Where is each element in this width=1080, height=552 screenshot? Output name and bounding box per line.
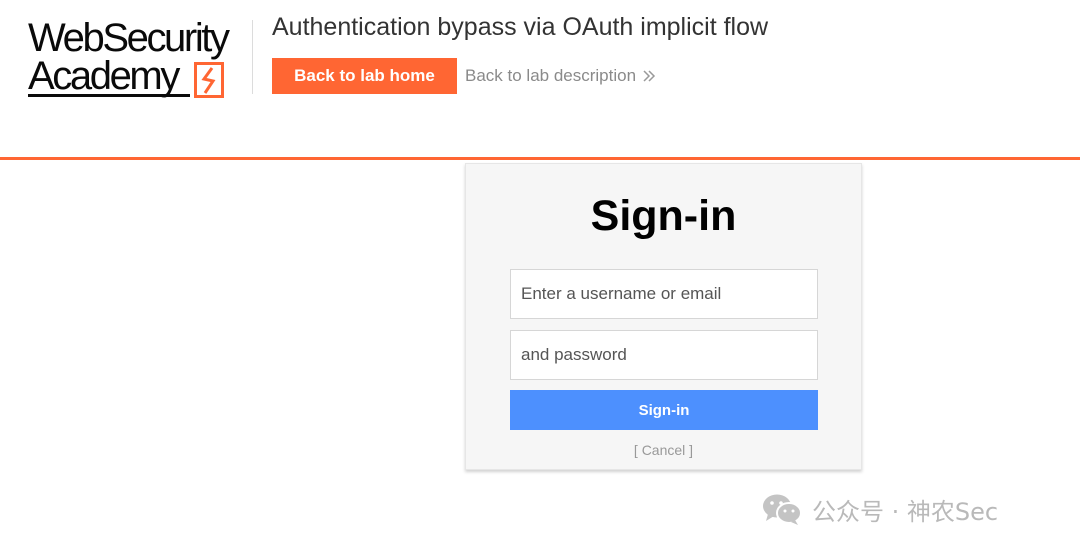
username-input[interactable]: [510, 269, 818, 319]
logo-text-line2: Academy: [28, 54, 180, 98]
logo-underline: [28, 94, 190, 97]
web-security-academy-logo[interactable]: WebSecurity Academy: [28, 16, 258, 100]
back-to-lab-description-link[interactable]: Back to lab description: [465, 66, 656, 86]
double-chevron-right-icon: [643, 70, 656, 82]
password-input[interactable]: [510, 330, 818, 380]
lab-title-area: Authentication bypass via OAuth implicit…: [272, 12, 1052, 94]
watermark-text: 公众号 · 神农Sec: [812, 497, 999, 526]
lightning-bolt-icon: [194, 62, 224, 98]
header-divider: [252, 20, 253, 94]
watermark: 公众号 · 神农Sec: [760, 490, 998, 528]
lab-header: WebSecurity Academy Authentication bypas…: [0, 0, 1080, 158]
back-to-lab-description-label: Back to lab description: [465, 66, 637, 85]
signin-title: Sign-in: [590, 192, 737, 240]
header-accent-rule: [0, 157, 1080, 160]
signin-card: Sign-in Sign-in [ Cancel ]: [465, 163, 862, 470]
cancel-link[interactable]: [ Cancel ]: [466, 442, 861, 458]
signin-button[interactable]: Sign-in: [510, 390, 818, 430]
back-to-lab-home-button[interactable]: Back to lab home: [272, 58, 457, 94]
lab-title: Authentication bypass via OAuth implicit…: [272, 13, 769, 41]
wechat-icon: [763, 494, 802, 525]
